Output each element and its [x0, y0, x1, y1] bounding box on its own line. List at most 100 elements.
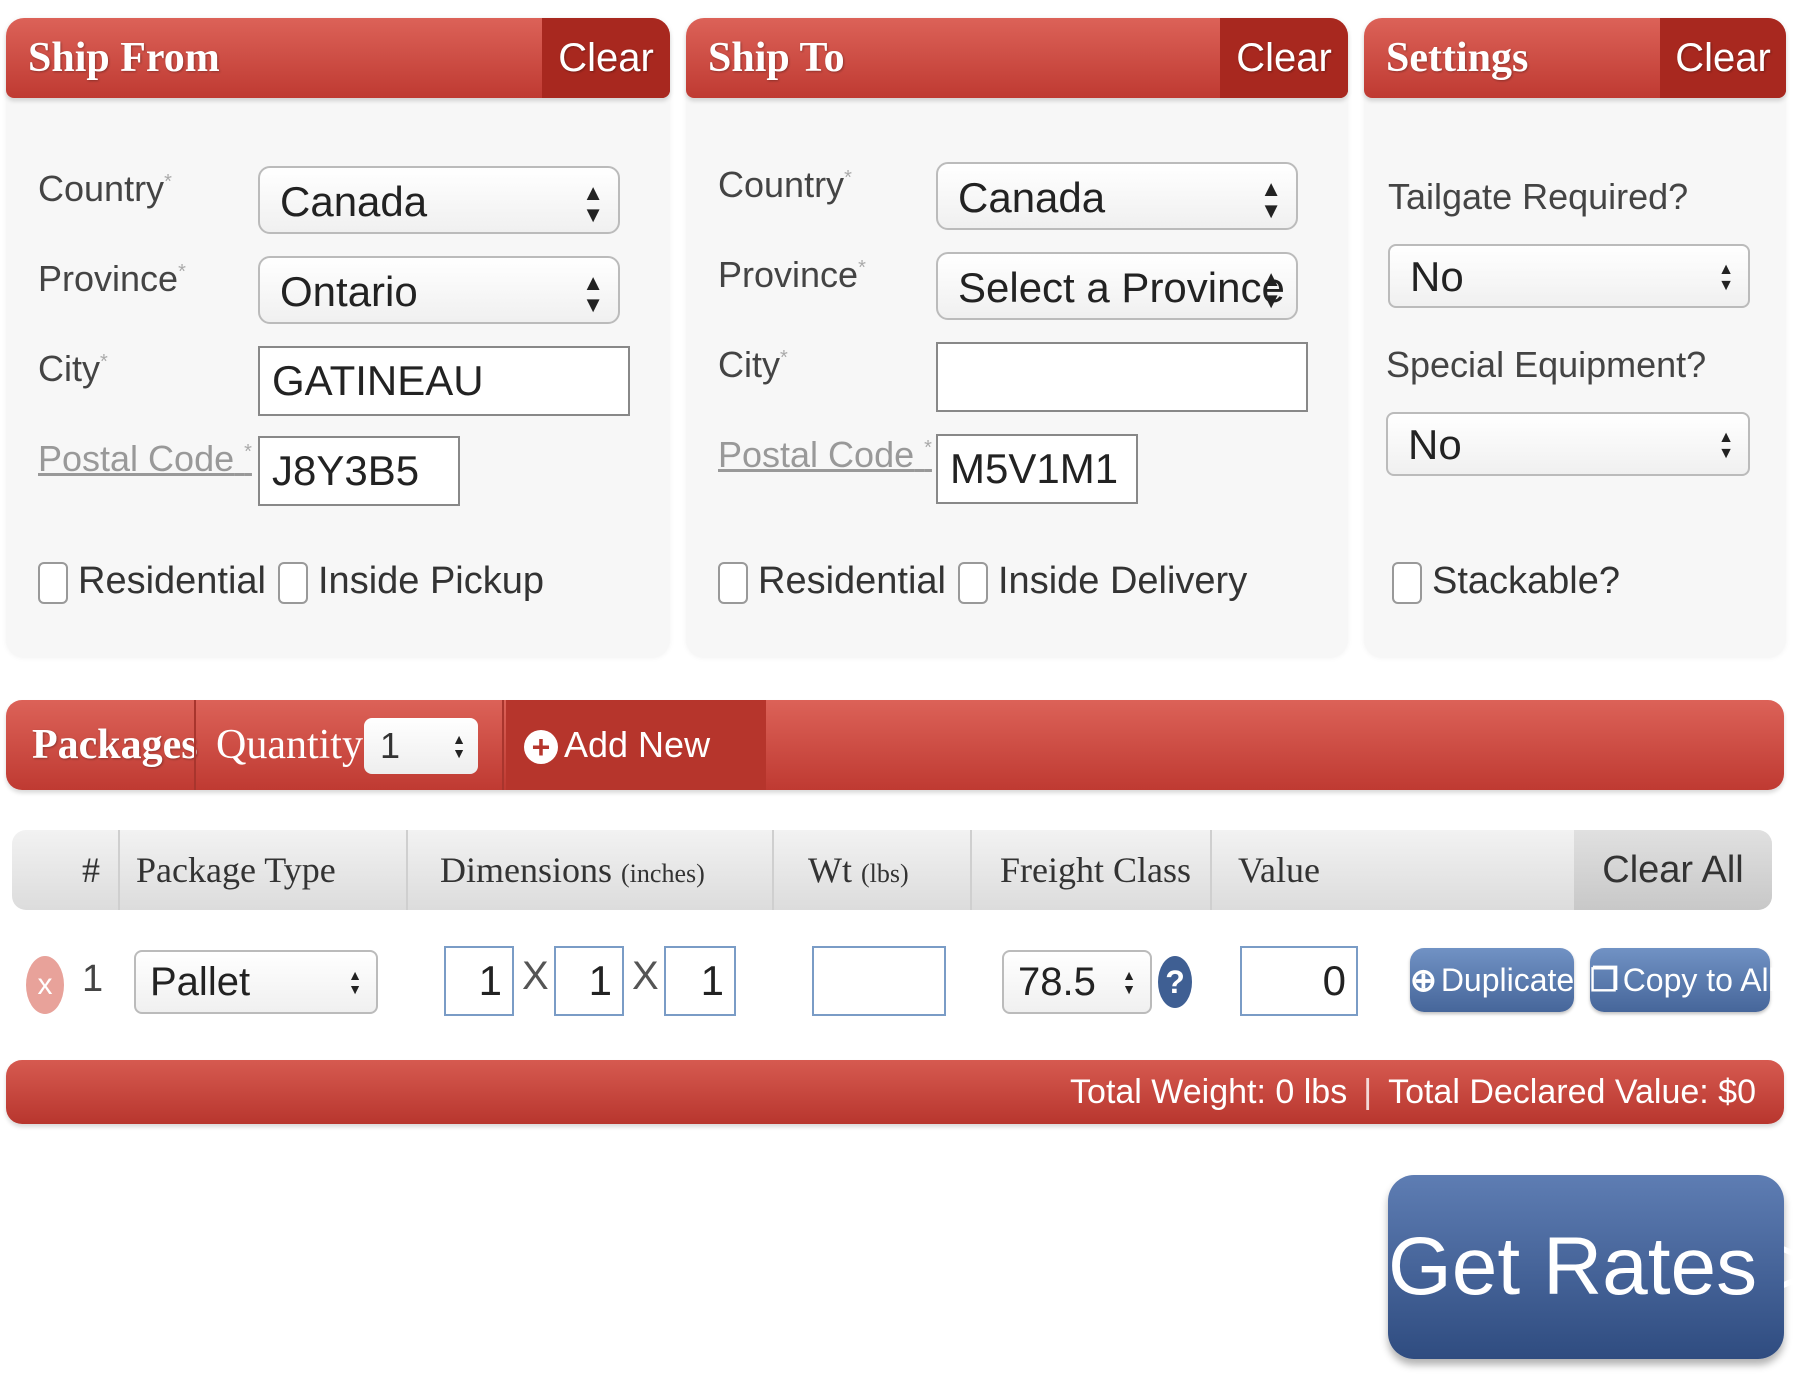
ship-to-panel: Ship To Clear Country* Canada ▲ ▼ Provinc… — [686, 18, 1348, 658]
ship-to-province-label: Province* — [718, 254, 866, 295]
col-dimensions: Dimensions (inches) — [440, 850, 705, 890]
ship-to-header: Ship To Clear — [686, 18, 1348, 98]
col-number: # — [82, 850, 100, 890]
special-equipment-label: Special Equipment? — [1386, 344, 1707, 385]
ship-from-clear-button[interactable]: Clear — [542, 18, 670, 98]
weight-input[interactable] — [812, 946, 946, 1016]
packages-title: Packages — [32, 722, 198, 768]
divider — [970, 830, 972, 910]
settings-clear-button[interactable]: Clear — [1660, 18, 1786, 98]
freight-class-select[interactable]: 78.5 ▲ ▼ — [1002, 950, 1152, 1014]
quantity-select[interactable]: 1 ▲ ▼ — [364, 718, 478, 774]
ship-to-residential-option[interactable]: Residential — [718, 560, 946, 604]
select-arrows-icon: ▲ ▼ — [348, 967, 362, 997]
duplicate-label: Duplicate — [1440, 962, 1575, 998]
add-new-item-button[interactable]: +Add New Item — [506, 700, 766, 855]
package-type-select[interactable]: Pallet ▲ ▼ — [134, 950, 378, 1014]
divider — [502, 700, 504, 790]
ship-to-inside-delivery-checkbox[interactable] — [958, 561, 988, 604]
package-type-value: Pallet — [150, 960, 251, 1004]
ship-from-country-value: Canada — [280, 178, 428, 225]
ship-to-title: Ship To — [708, 35, 845, 81]
ship-from-province-label: Province* — [38, 258, 186, 299]
total-weight: Total Weight: 0 lbs — [1070, 1073, 1348, 1111]
help-icon[interactable]: ? — [1158, 956, 1192, 1008]
ship-from-residential-checkbox[interactable] — [38, 561, 68, 604]
quantity-label: Quantity: — [216, 722, 375, 768]
ship-from-country-select[interactable]: Canada ▲ ▼ — [258, 166, 620, 234]
row-number: 1 — [82, 958, 104, 1000]
divider — [118, 830, 120, 910]
select-arrows-icon: ▲ ▼ — [452, 731, 466, 761]
ship-to-province-select[interactable]: Select a Province ▲ ▼ — [936, 252, 1298, 320]
ship-to-postal-input[interactable]: M5V1M1 — [936, 434, 1138, 504]
ship-from-header: Ship From Clear — [6, 18, 670, 98]
select-arrows-icon: ▲ ▼ — [1718, 429, 1734, 462]
ship-from-province-value: Ontario — [280, 268, 418, 315]
ship-to-province-value: Select a Province — [958, 264, 1285, 311]
stackable-label: Stackable? — [1432, 560, 1621, 602]
divider — [1210, 830, 1212, 910]
settings-title: Settings — [1386, 35, 1529, 81]
ship-from-postal-label[interactable]: Postal Code * — [38, 438, 252, 480]
totals-bar: Total Weight: 0 lbs | Total Declared Value… — [6, 1060, 1784, 1124]
ship-from-city-label: City* — [38, 348, 108, 389]
ship-from-residential-label: Residential — [78, 560, 266, 602]
select-arrows-icon: ▲ ▼ — [1718, 261, 1734, 294]
copy-to-all-label: Copy to All — [1622, 962, 1776, 998]
dimension-separator: X — [522, 954, 549, 998]
ship-to-inside-delivery-option[interactable]: Inside Delivery — [958, 560, 1247, 604]
col-package-type: Package Type — [136, 850, 336, 890]
ship-to-postal-label[interactable]: Postal Code * — [718, 434, 932, 476]
ship-from-panel: Ship From Clear Country* Canada ▲ ▼ Provi… — [6, 18, 670, 658]
ship-to-country-value: Canada — [958, 174, 1106, 221]
remove-row-icon[interactable]: x — [26, 956, 64, 1014]
tailgate-select[interactable]: No ▲ ▼ — [1388, 244, 1750, 308]
select-arrows-icon: ▲ ▼ — [582, 180, 604, 227]
stackable-option[interactable]: Stackable? — [1392, 560, 1620, 604]
ship-from-inside-pickup-label: Inside Pickup — [318, 560, 545, 602]
ship-from-province-select[interactable]: Ontario ▲ ▼ — [258, 256, 620, 324]
select-arrows-icon: ▲ ▼ — [1260, 176, 1282, 223]
ship-from-city-input[interactable]: GATINEAU — [258, 346, 630, 416]
ship-from-inside-pickup-checkbox[interactable] — [278, 561, 308, 604]
totals-separator: | — [1363, 1073, 1373, 1111]
select-arrows-icon: ▲ ▼ — [582, 270, 604, 317]
clear-all-button[interactable]: Clear All — [1574, 830, 1772, 910]
settings-header: Settings Clear — [1364, 18, 1786, 98]
totals-text: Total Weight: 0 lbs | Total Declared Value… — [1070, 1060, 1756, 1124]
value-input[interactable]: 0 — [1240, 946, 1358, 1016]
special-equipment-select[interactable]: No ▲ ▼ — [1386, 412, 1750, 476]
stackable-checkbox[interactable] — [1392, 561, 1422, 604]
col-freight-class: Freight Class — [1000, 850, 1192, 890]
length-input[interactable]: 1 — [444, 946, 514, 1016]
get-rates-button[interactable]: Get Rates >> — [1388, 1175, 1800, 1359]
quantity-value: 1 — [380, 725, 401, 766]
ship-to-clear-button[interactable]: Clear — [1220, 18, 1348, 98]
width-input[interactable]: 1 — [554, 946, 624, 1016]
ship-to-country-select[interactable]: Canada ▲ ▼ — [936, 162, 1298, 230]
height-input[interactable]: 1 — [664, 946, 736, 1016]
copy-to-all-button[interactable]: ❐ Copy to All — [1590, 948, 1776, 1012]
ship-from-title: Ship From — [28, 35, 220, 81]
ship-from-postal-input[interactable]: J8Y3B5 — [258, 436, 460, 506]
ship-to-inside-delivery-label: Inside Delivery — [998, 560, 1248, 602]
dimension-separator: X — [632, 954, 659, 998]
col-weight: Wt (lbs) — [808, 850, 909, 890]
ship-to-residential-checkbox[interactable] — [718, 561, 748, 604]
ship-from-residential-option[interactable]: Residential — [38, 560, 266, 604]
package-table-header: # Package Type Dimensions (inches) Wt (l… — [12, 830, 1772, 910]
ship-from-inside-pickup-option[interactable]: Inside Pickup — [278, 560, 544, 604]
settings-panel: Settings Clear Tailgate Required? No ▲ ▼ … — [1364, 18, 1786, 658]
tailgate-value: No — [1410, 253, 1464, 300]
divider — [406, 830, 408, 910]
divider — [772, 830, 774, 910]
copy-icon: ❐ — [1590, 962, 1619, 998]
duplicate-button[interactable]: ⊕ Duplicate — [1410, 948, 1574, 1012]
plus-circle-icon: + — [524, 730, 558, 765]
ship-to-city-label: City* — [718, 344, 788, 385]
divider — [194, 700, 196, 790]
ship-to-country-label: Country* — [718, 164, 852, 205]
ship-to-city-input[interactable] — [936, 342, 1308, 412]
select-arrows-icon: ▲ ▼ — [1260, 266, 1282, 313]
